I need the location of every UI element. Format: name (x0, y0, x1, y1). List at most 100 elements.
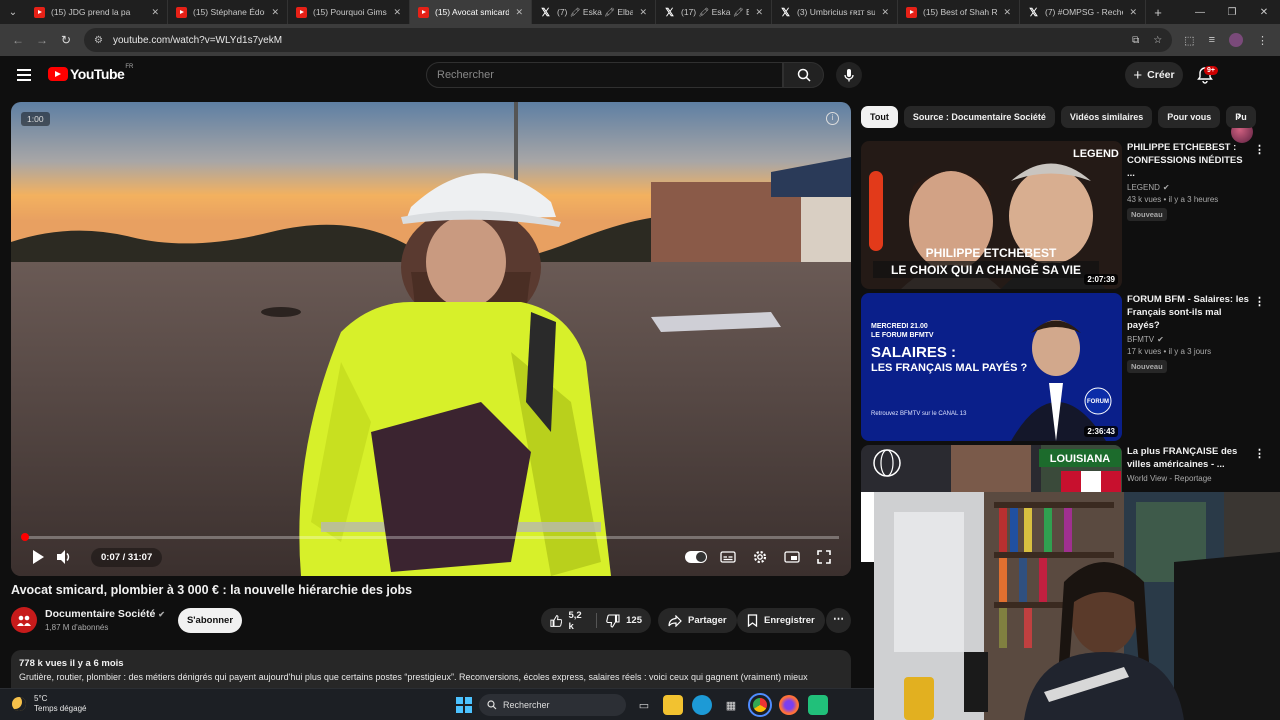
settings-button[interactable] (747, 544, 773, 570)
minimize-icon[interactable]: — (1184, 7, 1216, 18)
recommendation-thumbnail[interactable]: LOUISIANA (861, 445, 1122, 492)
autoplay-toggle[interactable] (683, 544, 709, 570)
recommendation-item[interactable]: MERCREDI 21.00 LE FORUM BFMTV SALAIRES :… (861, 293, 1271, 441)
browser-tab[interactable]: 𝕏 (7) 🖍 Eska 🖍 Elba ✕ (532, 0, 656, 24)
address-bar[interactable]: ⚙ youtube.com/watch?v=WLYd1s7yekM ⧉ ☆ (84, 28, 1173, 52)
channel-name[interactable]: Documentaire Société ✔ (45, 608, 165, 620)
youtube-logo[interactable]: YouTube FR (48, 64, 133, 82)
info-icon[interactable]: i (826, 112, 839, 125)
subtitles-icon (720, 551, 736, 563)
more-options-icon[interactable]: ⋮ (1254, 295, 1265, 308)
browser-tab[interactable]: (15) JDG prend la pa ✕ (26, 0, 168, 24)
browser-tab[interactable]: (15) Pourquoi Gims s ✕ (288, 0, 410, 24)
scrubber-handle[interactable] (21, 533, 29, 541)
store-icon[interactable]: ▦ (721, 695, 741, 715)
close-tab-icon[interactable]: ✕ (515, 7, 523, 18)
tab-title: (3) Umbricius ғʀɪᴛ su (797, 7, 876, 17)
volume-button[interactable] (51, 544, 77, 570)
install-app-icon[interactable]: ⧉ (1132, 35, 1139, 46)
screen: ⌄ (15) JDG prend la pa ✕ (15) Stéphane Édo… (0, 0, 1280, 720)
youtube-favicon-icon (34, 6, 45, 18)
browser-tab[interactable]: (15) Best of Shah Ru ✕ (898, 0, 1020, 24)
recommendation-title[interactable]: PHILIPPE ETCHEBEST : CONFESSIONS INÉDITE… (1127, 141, 1252, 180)
recommendation-channel[interactable]: World View - Reportage (1127, 474, 1252, 483)
firefox-icon[interactable] (779, 695, 799, 715)
task-view-icon[interactable]: ▭ (634, 695, 654, 715)
recommendation-item[interactable]: LOUISIANA La plus FRANÇAISE des villes a… (861, 445, 1271, 492)
subtitles-button[interactable] (715, 544, 741, 570)
close-tab-icon[interactable]: ✕ (271, 7, 279, 18)
youtube-favicon-icon (906, 6, 917, 18)
site-info-icon[interactable]: ⚙ (94, 35, 103, 46)
description-text: Grutière, routier, plombier : des métier… (19, 672, 808, 682)
app-icon[interactable] (808, 695, 828, 715)
video-player[interactable]: 1:00 i 0:07 / 31:07 (11, 102, 851, 576)
miniplayer-button[interactable] (779, 544, 805, 570)
extensions-icon[interactable]: ⬚ (1184, 34, 1194, 47)
more-actions-button[interactable]: ⋯ (826, 608, 851, 633)
browser-tab[interactable]: (15) Avocat smicard, p ✕ (410, 0, 532, 24)
voice-search-button[interactable] (836, 62, 862, 88)
tab-search-icon[interactable]: ⌄ (0, 0, 26, 24)
windows-start-icon[interactable] (456, 697, 472, 713)
browser-tab[interactable]: 𝕏 (7) #OMPSG - Reche ✕ (1020, 0, 1146, 24)
browser-tab[interactable]: (15) Stéphane Édoua ✕ (168, 0, 288, 24)
more-options-icon[interactable]: ⋮ (1254, 143, 1265, 156)
taskbar-search[interactable]: Rechercher (479, 694, 626, 716)
filter-chip[interactable]: Pour vous (1158, 106, 1221, 128)
recommendation-item[interactable]: LEGEND PHILIPPE ETCHEBEST LE CHOIX QUI A… (861, 141, 1271, 289)
search-button[interactable] (783, 62, 824, 88)
channel-avatar[interactable] (11, 607, 37, 633)
media-controls-icon[interactable]: ≡ (1209, 34, 1215, 46)
close-tab-icon[interactable]: ✕ (393, 7, 401, 18)
back-icon[interactable]: ← (6, 33, 30, 47)
weather-widget[interactable]: 5°C Temps dégagé (12, 694, 86, 714)
forward-icon[interactable]: → (30, 33, 54, 47)
filter-chip[interactable]: Source : Documentaire Société (903, 106, 1055, 128)
restore-icon[interactable]: ❐ (1216, 7, 1248, 18)
subscribe-button[interactable]: S'abonner (178, 608, 242, 633)
recommendation-thumbnail[interactable]: MERCREDI 21.00 LE FORUM BFMTV SALAIRES :… (861, 293, 1122, 441)
share-label: Partager (688, 615, 727, 626)
like-count: 5,2 k (568, 609, 582, 632)
close-tab-icon[interactable]: ✕ (881, 7, 889, 18)
chevron-right-icon[interactable]: › (1237, 108, 1241, 123)
more-options-icon[interactable]: ⋮ (1254, 447, 1265, 460)
close-tab-icon[interactable]: ✕ (1003, 7, 1011, 18)
play-button[interactable] (25, 544, 51, 570)
dislike-button[interactable]: 125 (597, 608, 651, 633)
menu-icon[interactable] (17, 69, 31, 81)
reload-icon[interactable]: ↻ (54, 33, 78, 47)
browser-tab-strip: ⌄ (15) JDG prend la pa ✕ (15) Stéphane Édo… (0, 0, 1280, 24)
video-duration: 2:36:43 (1084, 426, 1118, 437)
filter-chip[interactable]: Vidéos similaires (1060, 106, 1153, 128)
browser-tab[interactable]: 𝕏 (17) 🖍 Eska 🖍 Elba ✕ (656, 0, 772, 24)
create-button[interactable]: + Créer (1125, 62, 1183, 88)
filter-chip[interactable]: Tout (861, 106, 898, 128)
like-button[interactable]: 5,2 k (541, 608, 596, 633)
browser-menu-icon[interactable]: ⋮ (1257, 34, 1268, 47)
recommendation-thumbnail[interactable]: LEGEND PHILIPPE ETCHEBEST LE CHOIX QUI A… (861, 141, 1122, 289)
new-tab-button[interactable]: + (1146, 5, 1170, 20)
tab-title: (15) Pourquoi Gims s (313, 7, 388, 17)
browser-tab[interactable]: 𝕏 (3) Umbricius ғʀɪᴛ su ✕ (772, 0, 898, 24)
edge-icon[interactable] (692, 695, 712, 715)
search-input[interactable]: Rechercher (426, 62, 783, 88)
bookmark-star-icon[interactable]: ☆ (1153, 35, 1162, 46)
recommendation-title[interactable]: FORUM BFM - Salaires: les Français sont-… (1127, 293, 1252, 332)
close-window-icon[interactable]: ✕ (1248, 7, 1280, 18)
save-button[interactable]: Enregistrer (737, 608, 825, 633)
profile-avatar[interactable] (1229, 33, 1243, 47)
chrome-icon[interactable] (748, 693, 772, 717)
close-tab-icon[interactable]: ✕ (1129, 7, 1137, 18)
progress-bar[interactable] (21, 533, 839, 541)
close-tab-icon[interactable]: ✕ (639, 7, 647, 18)
fullscreen-button[interactable] (811, 544, 837, 570)
close-tab-icon[interactable]: ✕ (755, 7, 763, 18)
recommendation-channel[interactable]: BFMTV ✔ (1127, 335, 1252, 344)
share-button[interactable]: Partager (658, 608, 737, 633)
recommendation-title[interactable]: La plus FRANÇAISE des villes américaines… (1127, 445, 1252, 471)
recommendation-channel[interactable]: LEGEND ✔ (1127, 183, 1252, 192)
file-explorer-icon[interactable] (663, 695, 683, 715)
close-tab-icon[interactable]: ✕ (151, 7, 159, 18)
